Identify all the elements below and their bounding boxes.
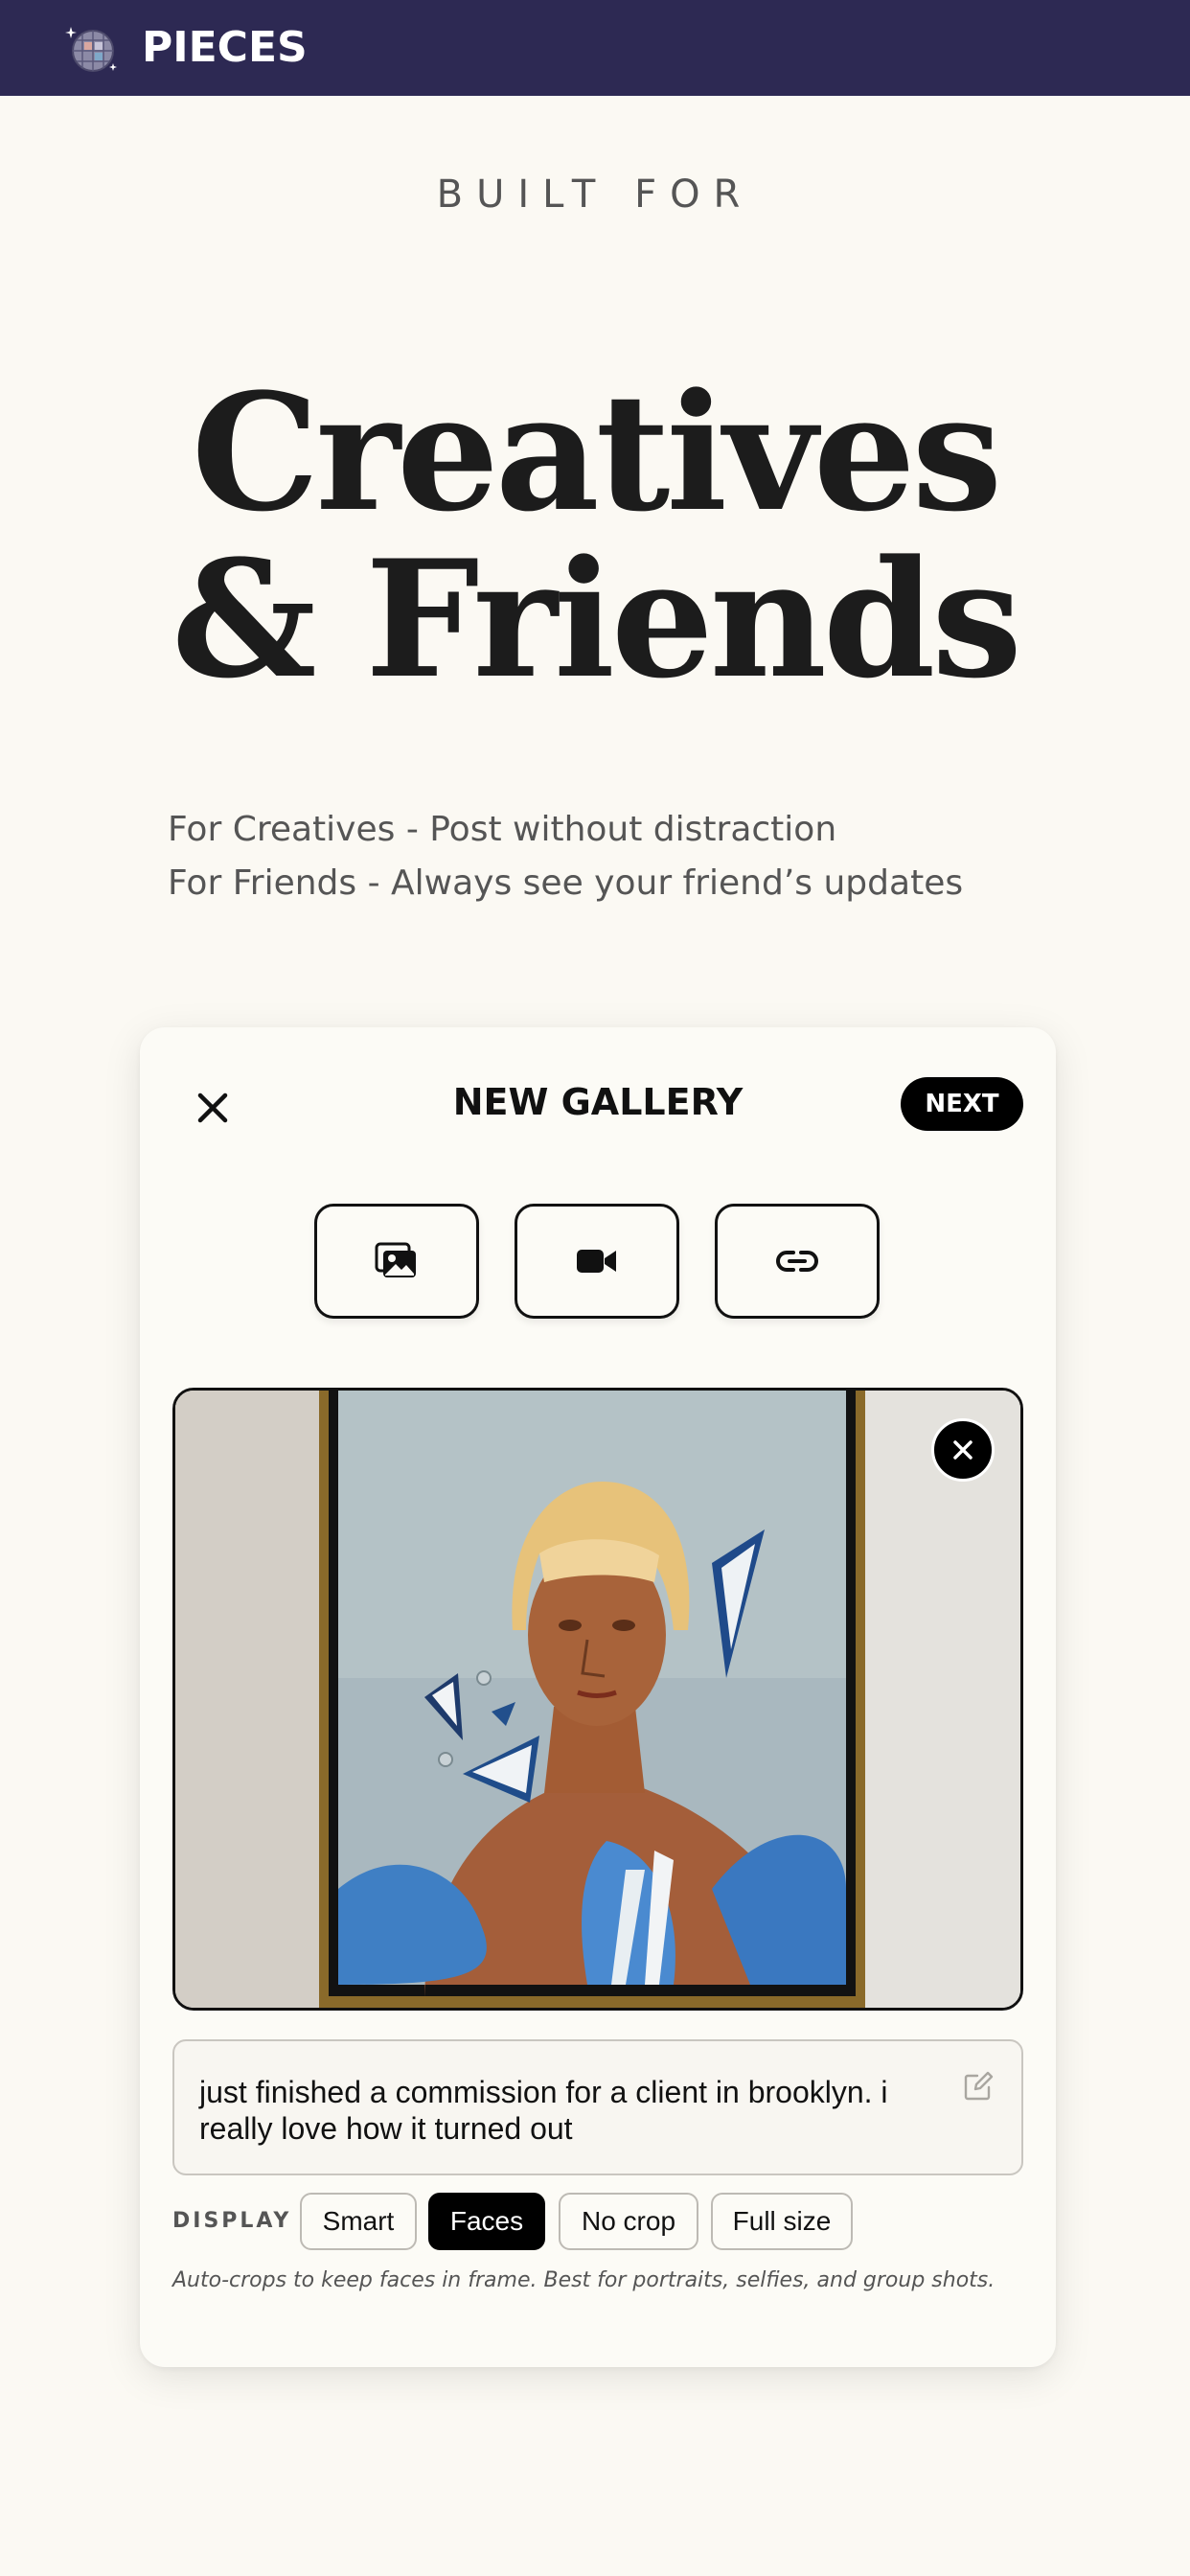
next-button[interactable]: NEXT (901, 1077, 1023, 1131)
brand-name[interactable]: PIECES (142, 23, 308, 72)
video-camera-icon (577, 1250, 616, 1273)
add-image-button[interactable] (314, 1204, 479, 1319)
display-hint: Auto-crops to keep faces in frame. Best … (172, 2268, 995, 2292)
new-gallery-card: NEW GALLERY NEXT just finished a commiss… (140, 1027, 1056, 2367)
top-bar: PIECES (0, 0, 1190, 96)
caption-input[interactable]: just finished a commission for a client … (172, 2039, 1023, 2175)
image-gallery-icon (375, 1242, 416, 1277)
display-label: DISPLAY (172, 2209, 292, 2233)
hero-title-line2: & Friends (172, 524, 1022, 714)
add-link-button[interactable] (715, 1204, 880, 1319)
add-video-button[interactable] (515, 1204, 679, 1319)
hero-title-line1: Creatives (191, 357, 1002, 547)
display-option-faces[interactable]: Faces (428, 2193, 545, 2250)
hero-kicker: BUILT FOR (436, 172, 754, 217)
tagline-friends: For Friends - Always see your friend’s u… (168, 863, 964, 903)
painting-photo (175, 1391, 1020, 2008)
display-option-smart[interactable]: Smart (300, 2193, 417, 2250)
remove-photo-button[interactable] (931, 1418, 995, 1482)
hero-title: Creatives & Friends (0, 369, 1190, 702)
disco-ball-icon[interactable] (63, 21, 119, 77)
caption-text: just finished a commission for a client … (199, 2075, 888, 2146)
hero-tagline: For Creatives - Post without distraction… (168, 803, 963, 910)
link-icon (776, 1251, 818, 1272)
tagline-creatives: For Creatives - Post without distraction (168, 810, 837, 849)
edit-icon[interactable] (962, 2070, 995, 2103)
display-option-full-size[interactable]: Full size (711, 2193, 853, 2250)
gallery-photo[interactable] (172, 1388, 1023, 2011)
close-icon (953, 1440, 973, 1460)
close-icon[interactable] (190, 1085, 236, 1131)
display-option-no-crop[interactable]: No crop (559, 2193, 698, 2250)
